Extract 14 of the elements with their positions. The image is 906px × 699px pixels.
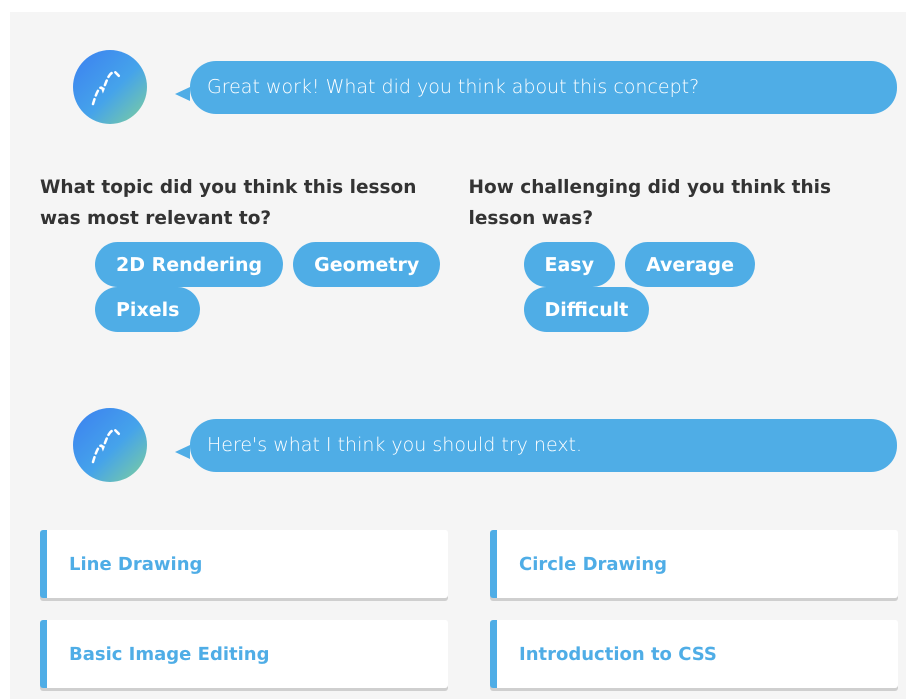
avatar-icon	[73, 50, 147, 124]
lesson-card[interactable]: Line Drawing	[40, 530, 448, 598]
lesson-card[interactable]: Introduction to CSS	[490, 620, 898, 688]
option-chip[interactable]: Average	[625, 242, 755, 287]
lesson-card[interactable]: Basic Image Editing	[40, 620, 448, 688]
option-chip[interactable]: Difficult	[524, 287, 650, 332]
option-chip[interactable]: Geometry	[293, 242, 440, 287]
option-chip[interactable]: Pixels	[95, 287, 200, 332]
avatar-icon	[73, 408, 147, 482]
option-chip[interactable]: Easy	[524, 242, 615, 287]
question-text: How challenging did you think this lesson was?	[468, 176, 832, 231]
question-text: What topic did you think this lesson was most relevant to?	[40, 176, 418, 231]
lesson-card[interactable]: Circle Drawing	[490, 530, 898, 598]
option-chip[interactable]: 2D Rendering	[95, 242, 284, 287]
